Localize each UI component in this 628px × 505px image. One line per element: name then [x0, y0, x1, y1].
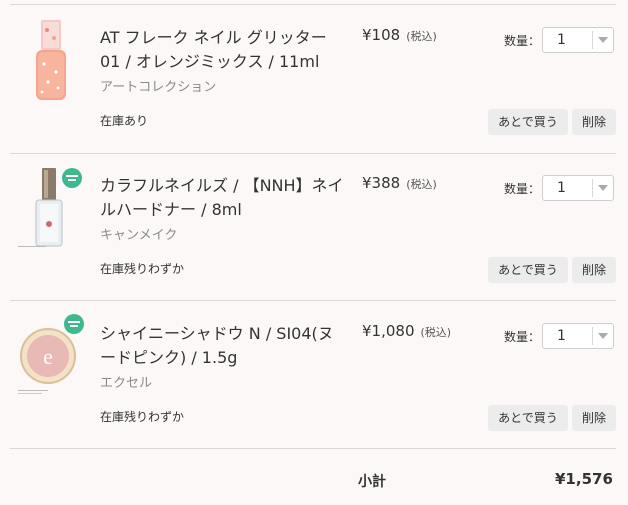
quantity-select[interactable]: 1	[542, 175, 614, 201]
save-for-later-button[interactable]: あとで買う	[488, 405, 568, 431]
quantity-value: 1	[557, 32, 566, 48]
top-divider	[10, 4, 616, 5]
product-price: ¥108 (税込)	[362, 26, 437, 44]
quantity-label: 数量：	[504, 182, 541, 196]
select-divider	[592, 327, 593, 345]
svg-text:e: e	[43, 344, 53, 369]
stock-status: 在庫あり	[100, 114, 149, 128]
tax-note: (税込)	[406, 178, 437, 191]
subtotal-label: 小計	[358, 474, 386, 490]
product-name[interactable]: AT フレーク ネイル グリッター 01 / オレンジミックス / 11ml	[100, 26, 348, 74]
product-price: ¥388 (税込)	[362, 174, 437, 192]
product-name[interactable]: カラフルネイルズ / 【NNH】ネイルハードナー / 8ml	[100, 174, 348, 222]
quantity-value: 1	[557, 328, 566, 344]
quantity-select[interactable]: 1	[542, 27, 614, 53]
cart-item: AT フレーク ネイル グリッター 01 / オレンジミックス / 11ml ア…	[0, 6, 628, 154]
select-divider	[592, 179, 593, 197]
price-value: ¥108	[362, 26, 401, 44]
product-brand[interactable]: アートコレクション	[100, 76, 216, 95]
product-brand[interactable]: エクセル	[100, 372, 152, 391]
select-divider	[592, 31, 593, 49]
price-value: ¥388	[362, 174, 401, 192]
product-name[interactable]: シャイニーシャドウ N / SI04(ヌードピンク) / 1.5g	[100, 322, 348, 370]
cart-item: e シャイニーシャドウ N / SI04(ヌードピンク) / 1.5g エクセル…	[0, 302, 628, 450]
delete-button[interactable]: 削除	[572, 405, 616, 431]
stock-status: 在庫残りわずか	[100, 410, 185, 424]
quantity-label: 数量：	[504, 34, 541, 48]
orange-glitter-nail-polish-bottle-icon[interactable]	[14, 16, 88, 106]
product-price: ¥1,080 (税込)	[362, 322, 451, 340]
cart-item: カラフルネイルズ / 【NNH】ネイルハードナー / 8ml キャンメイク 在庫…	[0, 154, 628, 302]
quantity-label: 数量：	[504, 330, 541, 344]
stock-status: 在庫残りわずか	[100, 262, 185, 276]
delete-button[interactable]: 削除	[572, 257, 616, 283]
delete-button[interactable]: 削除	[572, 109, 616, 135]
chevron-down-icon	[598, 185, 608, 191]
subtotal-value: ¥1,576	[555, 470, 613, 488]
eyeshadow-compact-icon[interactable]: e	[14, 312, 88, 402]
quantity-value: 1	[557, 180, 566, 196]
save-for-later-button[interactable]: あとで買う	[488, 109, 568, 135]
quantity-select[interactable]: 1	[542, 323, 614, 349]
price-value: ¥1,080	[362, 322, 415, 340]
chevron-down-icon	[598, 37, 608, 43]
subtotal-divider	[10, 448, 616, 449]
save-for-later-button[interactable]: あとで買う	[488, 257, 568, 283]
item-divider	[10, 300, 616, 301]
tax-note: (税込)	[420, 326, 452, 339]
tax-note: (税込)	[406, 30, 437, 43]
chevron-down-icon	[598, 333, 608, 339]
product-brand[interactable]: キャンメイク	[100, 224, 177, 243]
clear-nail-hardener-bottle-icon[interactable]	[14, 164, 88, 254]
